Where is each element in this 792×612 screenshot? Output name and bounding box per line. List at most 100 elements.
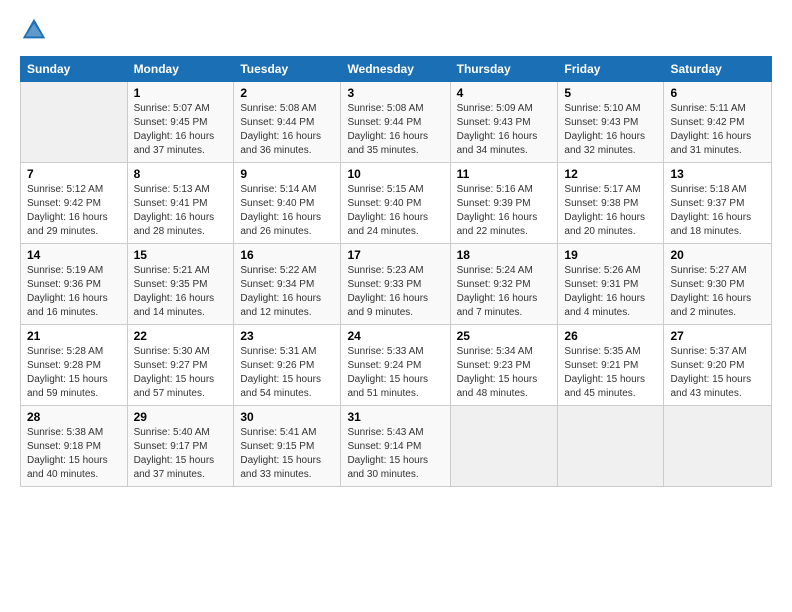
header-row: SundayMondayTuesdayWednesdayThursdayFrid… — [21, 57, 772, 82]
day-detail: Sunrise: 5:13 AM Sunset: 9:41 PM Dayligh… — [134, 183, 228, 239]
day-detail: Sunrise: 5:37 AM Sunset: 9:20 PM Dayligh… — [670, 345, 765, 401]
calendar-cell — [558, 406, 664, 487]
calendar-cell: 15 Sunrise: 5:21 AM Sunset: 9:35 PM Dayli… — [127, 244, 234, 325]
week-row-0: 1 Sunrise: 5:07 AM Sunset: 9:45 PM Daylig… — [21, 82, 772, 163]
day-number: 21 — [27, 329, 121, 343]
day-number: 3 — [347, 86, 443, 100]
calendar-cell: 13 Sunrise: 5:18 AM Sunset: 9:37 PM Dayli… — [664, 163, 772, 244]
day-detail: Sunrise: 5:28 AM Sunset: 9:28 PM Dayligh… — [27, 345, 121, 401]
day-number: 10 — [347, 167, 443, 181]
day-detail: Sunrise: 5:27 AM Sunset: 9:30 PM Dayligh… — [670, 264, 765, 320]
day-detail: Sunrise: 5:08 AM Sunset: 9:44 PM Dayligh… — [347, 102, 443, 158]
day-number: 1 — [134, 86, 228, 100]
day-number: 27 — [670, 329, 765, 343]
day-detail: Sunrise: 5:21 AM Sunset: 9:35 PM Dayligh… — [134, 264, 228, 320]
week-row-1: 7Sunrise: 5:12 AM Sunset: 9:42 PM Daylig… — [21, 163, 772, 244]
day-number: 28 — [27, 410, 121, 424]
day-number: 4 — [457, 86, 552, 100]
logo-icon — [20, 16, 48, 44]
week-row-2: 14 Sunrise: 5:19 AM Sunset: 9:36 PM Dayli… — [21, 244, 772, 325]
day-number: 19 — [564, 248, 657, 262]
day-number: 15 — [134, 248, 228, 262]
col-header-thursday: Thursday — [450, 57, 558, 82]
calendar-cell: 5 Sunrise: 5:10 AM Sunset: 9:43 PM Daylig… — [558, 82, 664, 163]
day-number: 6 — [670, 86, 765, 100]
day-detail: Sunrise: 5:35 AM Sunset: 9:21 PM Dayligh… — [564, 345, 657, 401]
calendar-cell: 29 Sunrise: 5:40 AM Sunset: 9:17 PM Dayli… — [127, 406, 234, 487]
day-detail: Sunrise: 5:30 AM Sunset: 9:27 PM Dayligh… — [134, 345, 228, 401]
calendar-cell: 28 Sunrise: 5:38 AM Sunset: 9:18 PM Dayli… — [21, 406, 128, 487]
calendar-cell: 19 Sunrise: 5:26 AM Sunset: 9:31 PM Dayli… — [558, 244, 664, 325]
calendar-table: SundayMondayTuesdayWednesdayThursdayFrid… — [20, 56, 772, 487]
calendar-cell: 23Sunrise: 5:31 AM Sunset: 9:26 PM Dayli… — [234, 325, 341, 406]
calendar-cell: 24 Sunrise: 5:33 AM Sunset: 9:24 PM Dayli… — [341, 325, 450, 406]
day-detail: Sunrise: 5:38 AM Sunset: 9:18 PM Dayligh… — [27, 426, 121, 482]
calendar-cell: 26 Sunrise: 5:35 AM Sunset: 9:21 PM Dayli… — [558, 325, 664, 406]
day-number: 17 — [347, 248, 443, 262]
col-header-monday: Monday — [127, 57, 234, 82]
day-detail: Sunrise: 5:16 AM Sunset: 9:39 PM Dayligh… — [457, 183, 552, 239]
header — [20, 16, 772, 44]
day-number: 9 — [240, 167, 334, 181]
calendar-cell: 25Sunrise: 5:34 AM Sunset: 9:23 PM Dayli… — [450, 325, 558, 406]
calendar-cell: 22Sunrise: 5:30 AM Sunset: 9:27 PM Dayli… — [127, 325, 234, 406]
day-detail: Sunrise: 5:08 AM Sunset: 9:44 PM Dayligh… — [240, 102, 334, 158]
day-number: 7 — [27, 167, 121, 181]
day-number: 14 — [27, 248, 121, 262]
col-header-sunday: Sunday — [21, 57, 128, 82]
calendar-cell: 17Sunrise: 5:23 AM Sunset: 9:33 PM Dayli… — [341, 244, 450, 325]
col-header-wednesday: Wednesday — [341, 57, 450, 82]
day-number: 2 — [240, 86, 334, 100]
day-number: 26 — [564, 329, 657, 343]
calendar-cell: 27 Sunrise: 5:37 AM Sunset: 9:20 PM Dayli… — [664, 325, 772, 406]
day-detail: Sunrise: 5:43 AM Sunset: 9:14 PM Dayligh… — [347, 426, 443, 482]
day-detail: Sunrise: 5:26 AM Sunset: 9:31 PM Dayligh… — [564, 264, 657, 320]
calendar-cell: 18 Sunrise: 5:24 AM Sunset: 9:32 PM Dayli… — [450, 244, 558, 325]
calendar-cell: 10 Sunrise: 5:15 AM Sunset: 9:40 PM Dayli… — [341, 163, 450, 244]
day-detail: Sunrise: 5:22 AM Sunset: 9:34 PM Dayligh… — [240, 264, 334, 320]
calendar-cell — [450, 406, 558, 487]
day-number: 11 — [457, 167, 552, 181]
week-row-4: 28 Sunrise: 5:38 AM Sunset: 9:18 PM Dayli… — [21, 406, 772, 487]
day-number: 5 — [564, 86, 657, 100]
day-number: 20 — [670, 248, 765, 262]
day-detail: Sunrise: 5:24 AM Sunset: 9:32 PM Dayligh… — [457, 264, 552, 320]
day-detail: Sunrise: 5:34 AM Sunset: 9:23 PM Dayligh… — [457, 345, 552, 401]
day-detail: Sunrise: 5:40 AM Sunset: 9:17 PM Dayligh… — [134, 426, 228, 482]
day-number: 13 — [670, 167, 765, 181]
calendar-cell: 12Sunrise: 5:17 AM Sunset: 9:38 PM Dayli… — [558, 163, 664, 244]
day-number: 31 — [347, 410, 443, 424]
day-detail: Sunrise: 5:10 AM Sunset: 9:43 PM Dayligh… — [564, 102, 657, 158]
day-detail: Sunrise: 5:41 AM Sunset: 9:15 PM Dayligh… — [240, 426, 334, 482]
day-number: 24 — [347, 329, 443, 343]
calendar-cell — [21, 82, 128, 163]
day-detail: Sunrise: 5:18 AM Sunset: 9:37 PM Dayligh… — [670, 183, 765, 239]
day-detail: Sunrise: 5:33 AM Sunset: 9:24 PM Dayligh… — [347, 345, 443, 401]
day-detail: Sunrise: 5:07 AM Sunset: 9:45 PM Dayligh… — [134, 102, 228, 158]
calendar-cell — [664, 406, 772, 487]
calendar-cell: 9 Sunrise: 5:14 AM Sunset: 9:40 PM Daylig… — [234, 163, 341, 244]
day-detail: Sunrise: 5:11 AM Sunset: 9:42 PM Dayligh… — [670, 102, 765, 158]
calendar-cell: 16Sunrise: 5:22 AM Sunset: 9:34 PM Dayli… — [234, 244, 341, 325]
week-row-3: 21 Sunrise: 5:28 AM Sunset: 9:28 PM Dayli… — [21, 325, 772, 406]
day-number: 29 — [134, 410, 228, 424]
calendar-cell: 6 Sunrise: 5:11 AM Sunset: 9:42 PM Daylig… — [664, 82, 772, 163]
day-number: 18 — [457, 248, 552, 262]
calendar-cell: 31 Sunrise: 5:43 AM Sunset: 9:14 PM Dayli… — [341, 406, 450, 487]
day-detail: Sunrise: 5:14 AM Sunset: 9:40 PM Dayligh… — [240, 183, 334, 239]
page-container: SundayMondayTuesdayWednesdayThursdayFrid… — [0, 0, 792, 497]
calendar-cell: 30 Sunrise: 5:41 AM Sunset: 9:15 PM Dayli… — [234, 406, 341, 487]
day-detail: Sunrise: 5:09 AM Sunset: 9:43 PM Dayligh… — [457, 102, 552, 158]
day-detail: Sunrise: 5:17 AM Sunset: 9:38 PM Dayligh… — [564, 183, 657, 239]
day-number: 30 — [240, 410, 334, 424]
logo — [20, 16, 52, 44]
day-detail: Sunrise: 5:15 AM Sunset: 9:40 PM Dayligh… — [347, 183, 443, 239]
calendar-cell: 14 Sunrise: 5:19 AM Sunset: 9:36 PM Dayli… — [21, 244, 128, 325]
calendar-cell: 7Sunrise: 5:12 AM Sunset: 9:42 PM Daylig… — [21, 163, 128, 244]
day-number: 8 — [134, 167, 228, 181]
calendar-cell: 8 Sunrise: 5:13 AM Sunset: 9:41 PM Daylig… — [127, 163, 234, 244]
day-number: 23 — [240, 329, 334, 343]
day-detail: Sunrise: 5:19 AM Sunset: 9:36 PM Dayligh… — [27, 264, 121, 320]
calendar-cell: 2 Sunrise: 5:08 AM Sunset: 9:44 PM Daylig… — [234, 82, 341, 163]
calendar-cell: 3 Sunrise: 5:08 AM Sunset: 9:44 PM Daylig… — [341, 82, 450, 163]
